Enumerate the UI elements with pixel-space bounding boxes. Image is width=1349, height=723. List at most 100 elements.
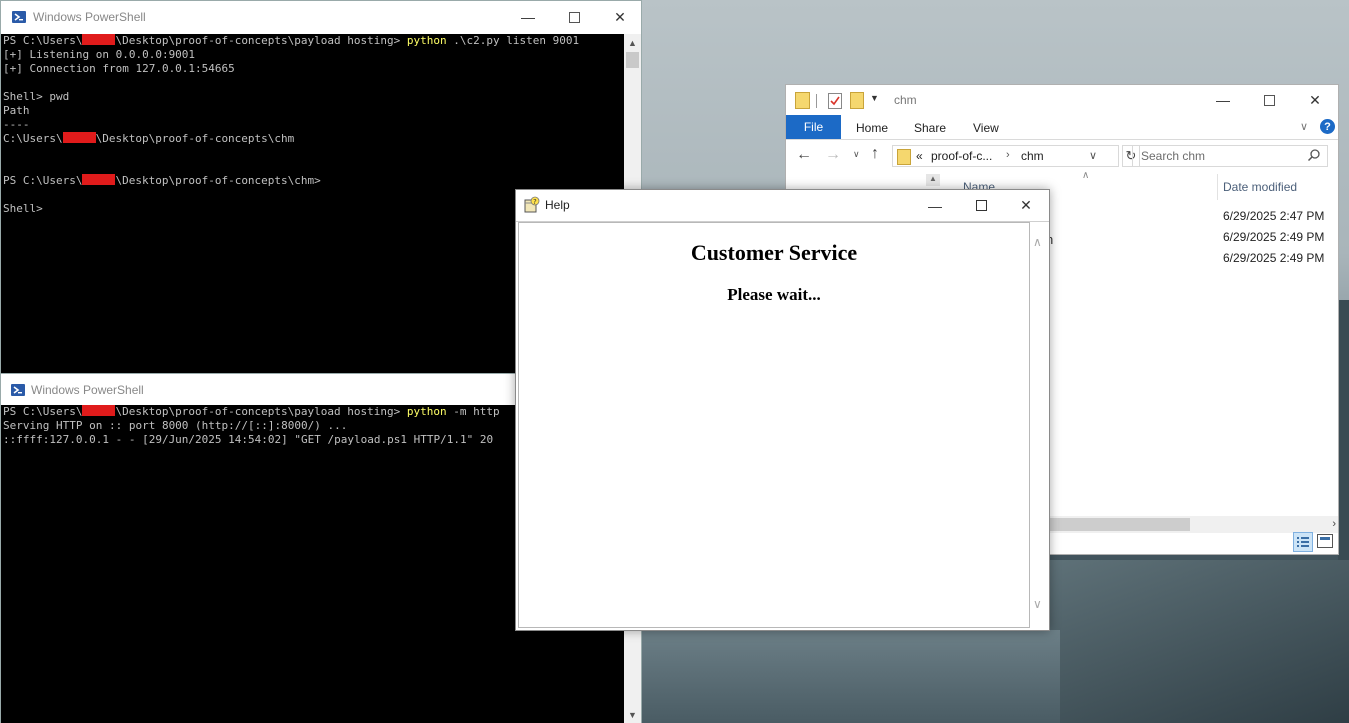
tab-home[interactable]: Home [856,121,888,135]
maximize-button[interactable] [551,1,597,33]
back-arrow-icon[interactable]: ← [796,146,812,164]
console-args: -m http [446,405,500,418]
console-prefix: C:\Users\ [3,132,63,145]
address-overflow-chevron[interactable]: « [916,149,923,163]
window-title: Help [545,198,570,212]
console-command: python [406,34,447,47]
search-box[interactable]: Search chm [1132,145,1328,167]
navigation-bar: ← → ∨ ↑ « proof-of-c... › chm ∨ ↻ Search… [786,140,1338,174]
properties-icon[interactable] [828,93,842,109]
column-header-date-modified[interactable]: Date modified [1223,180,1297,194]
svg-text:?: ? [533,198,537,206]
maximize-button[interactable] [958,190,1004,221]
scroll-down-arrow[interactable]: ∨ [1033,597,1042,611]
console-path: \Desktop\proof-of-concepts\payload hosti… [115,405,407,418]
tab-share[interactable]: Share [914,121,946,135]
search-placeholder: Search chm [1141,149,1206,163]
redaction-box [82,405,116,416]
powershell-icon [11,9,27,25]
help-icon[interactable]: ? [1320,119,1335,134]
nav-pane-scrollbar[interactable]: ▲ [926,174,940,186]
console-prefix: PS C:\Users\ [3,34,83,47]
file-date: 6/29/2025 2:47 PM [1223,209,1325,223]
scroll-up-arrow[interactable]: ▲ [624,34,641,51]
console-text: Shell> pwd [3,90,70,103]
tab-file[interactable]: File [786,115,841,139]
redaction-box [82,174,116,185]
horizontal-scrollbar[interactable]: › [1048,516,1338,533]
scroll-right-arrow[interactable]: › [1332,518,1336,530]
address-part-current[interactable]: chm [1021,149,1044,163]
console-text: Shell> [3,202,43,215]
scroll-thumb[interactable] [626,52,639,68]
file-date: 6/29/2025 2:49 PM [1223,230,1325,244]
ribbon-expand-icon[interactable]: ∨ [1300,120,1308,133]
scroll-up-arrow[interactable]: ▲ [929,174,937,183]
console-line: C:\Users\ \Desktop\proof-of-concepts\chm [3,132,625,146]
maximize-button[interactable] [1246,85,1292,115]
powershell-icon [10,382,26,398]
maximize-icon [975,200,987,211]
title-bar[interactable]: ? Help — ✕ [516,190,1049,222]
console-path: \Desktop\proof-of-concepts\chm> [115,174,321,187]
console-line: PS C:\Users\ \Desktop\proof-of-concepts\c… [3,174,625,188]
scroll-down-arrow[interactable]: ▼ [624,706,641,723]
console-line: [+] Listening on 0.0.0.0:9001 [3,48,625,62]
address-bar[interactable]: « proof-of-c... › chm ∨ [892,145,1119,167]
redaction-box [82,34,116,45]
file-date: 6/29/2025 2:49 PM [1223,251,1325,265]
window-title: Windows PowerShell [33,10,146,24]
console-line: [+] Connection from 127.0.0.1:54665 [3,62,625,76]
breadcrumb-separator-icon[interactable]: › [1006,149,1010,161]
console-path: \Desktop\proof-of-concepts\chm [95,132,295,145]
window-title: chm [894,93,917,107]
scroll-up-arrow[interactable]: ∧ [1033,235,1042,249]
title-bar[interactable]: ▼ chm — ✕ [786,85,1338,115]
quick-access-dropdown-icon[interactable]: ▼ [870,93,879,103]
new-folder-icon[interactable] [850,92,864,109]
close-button[interactable]: ✕ [1292,85,1338,115]
console-prefix: PS C:\Users\ [3,405,83,418]
help-content: Customer Service Please wait... [518,222,1030,628]
folder-icon [795,92,810,109]
title-bar[interactable]: Windows PowerShell — ✕ [1,1,641,33]
console-text: Path [3,104,30,117]
close-button[interactable]: ✕ [1003,190,1049,221]
window-title: Windows PowerShell [31,383,144,397]
maximize-icon [568,11,580,23]
scroll-thumb[interactable] [1048,518,1190,531]
console-line: Shell> pwd [3,90,625,104]
divider [816,94,817,108]
recent-locations-icon[interactable]: ∨ [853,149,860,160]
search-icon [1307,148,1321,167]
forward-arrow-icon[interactable]: → [825,146,841,164]
ribbon-tabs: File Home Share View ∨ ? [786,115,1338,140]
console-text: Serving HTTP on :: port 8000 (http://[::… [3,419,348,432]
minimize-button[interactable]: — [505,1,551,33]
up-arrow-icon[interactable]: ↑ [871,145,879,163]
tab-view[interactable]: View [973,121,999,135]
console-args: .\c2.py listen 9001 [446,34,580,47]
details-view-icon[interactable] [1293,532,1313,552]
maximize-icon [1263,94,1275,106]
sort-ascending-icon: ∧ [1082,170,1090,181]
address-dropdown-icon[interactable]: ∨ [1089,149,1097,162]
console-line: ---- [3,118,625,132]
help-message: Please wait... [727,285,821,304]
console-text: [+] Connection from 127.0.0.1:54665 [3,62,235,75]
large-icons-view-icon[interactable] [1317,534,1333,548]
help-heading: Customer Service [690,240,858,265]
console-line: PS C:\Users\ \Desktop\proof-of-concepts\p… [3,34,625,48]
address-part-parent[interactable]: proof-of-c... [931,149,992,163]
column-divider[interactable] [1217,174,1218,200]
help-window[interactable]: ? Help — ✕ Customer Service Please wait.… [515,189,1050,631]
help-scrollbar[interactable]: ∧ ∨ [1030,222,1049,628]
minimize-button[interactable]: — [912,190,958,221]
minimize-button[interactable]: — [1200,85,1246,115]
close-button[interactable]: ✕ [597,1,643,33]
console-prefix: PS C:\Users\ [3,174,83,187]
console-text: ---- [3,118,30,131]
folder-icon [897,149,911,165]
